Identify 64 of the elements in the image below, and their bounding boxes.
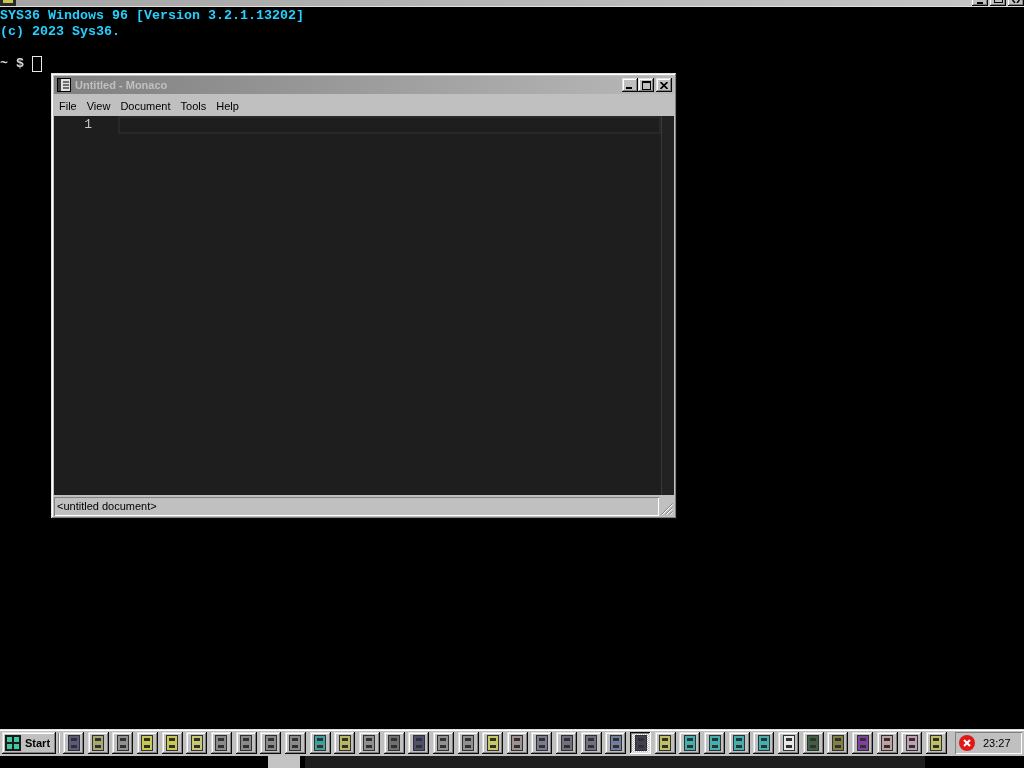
start-button[interactable]: Start bbox=[2, 732, 56, 754]
taskbar-button[interactable] bbox=[334, 732, 356, 754]
taskbar-button[interactable] bbox=[432, 732, 454, 754]
taskbar-button[interactable] bbox=[630, 732, 652, 754]
taskbar-button[interactable] bbox=[87, 732, 109, 754]
minimize-button[interactable] bbox=[972, 0, 988, 6]
taskbar-button[interactable] bbox=[457, 732, 479, 754]
taskbar-button[interactable] bbox=[186, 732, 208, 754]
taskbar-button[interactable] bbox=[753, 732, 775, 754]
taskbar-button[interactable] bbox=[704, 732, 726, 754]
taskbar-button[interactable] bbox=[136, 732, 158, 754]
window-title: Untitled - Monaco bbox=[75, 77, 168, 93]
taskbar-button[interactable] bbox=[506, 732, 528, 754]
minimize-icon bbox=[977, 2, 983, 4]
taskbar-button[interactable] bbox=[482, 732, 504, 754]
taskbar-button[interactable] bbox=[284, 732, 306, 754]
maximize-icon bbox=[993, 0, 1003, 3]
taskbar-button[interactable] bbox=[901, 732, 923, 754]
taskbar-button[interactable] bbox=[778, 732, 800, 754]
minimize-icon bbox=[626, 87, 632, 89]
close-icon bbox=[660, 81, 668, 89]
terminal-text: (c) 2023 Sys36. bbox=[0, 24, 121, 40]
notepad-icon bbox=[57, 78, 71, 92]
taskbar-button[interactable] bbox=[235, 732, 257, 754]
close-button[interactable] bbox=[1008, 0, 1024, 6]
taskbar-button[interactable] bbox=[925, 732, 947, 754]
error-icon bbox=[959, 735, 975, 751]
cursor-icon bbox=[32, 56, 42, 72]
resize-grip-icon[interactable] bbox=[661, 503, 673, 515]
code-editor[interactable]: 1 bbox=[54, 116, 674, 495]
taskbar-button[interactable] bbox=[161, 732, 183, 754]
menu-item[interactable]: File bbox=[54, 98, 82, 113]
taskbar-button[interactable] bbox=[383, 732, 405, 754]
status-bar: <untitled document> bbox=[54, 497, 659, 516]
taskbar-button[interactable] bbox=[210, 732, 232, 754]
menu-item[interactable]: Document bbox=[115, 98, 176, 113]
taskbar-button[interactable] bbox=[728, 732, 750, 754]
taskbar-button[interactable] bbox=[654, 732, 676, 754]
clock-text: 23:27 bbox=[983, 735, 1011, 751]
taskbar-button[interactable] bbox=[408, 732, 430, 754]
maximize-button[interactable] bbox=[990, 0, 1006, 6]
taskbar-button[interactable] bbox=[556, 732, 578, 754]
taskbar-button[interactable] bbox=[802, 732, 824, 754]
close-icon bbox=[1012, 0, 1020, 3]
line-number: 1 bbox=[84, 116, 92, 134]
taskbar-button[interactable] bbox=[827, 732, 849, 754]
maximize-icon bbox=[641, 80, 651, 90]
taskbar-button[interactable] bbox=[531, 732, 553, 754]
menu-item[interactable]: Tools bbox=[175, 98, 212, 113]
logo-icon bbox=[5, 735, 21, 751]
taskbar-button[interactable] bbox=[260, 732, 282, 754]
taskbar-button[interactable] bbox=[876, 732, 898, 754]
taskbar-button[interactable] bbox=[358, 732, 380, 754]
prompt-text: ~ $ bbox=[0, 56, 24, 72]
menu-item[interactable]: Help bbox=[211, 98, 244, 113]
taskbar-button[interactable] bbox=[580, 732, 602, 754]
window-icon bbox=[0, 0, 16, 6]
scrollbar[interactable] bbox=[661, 116, 674, 495]
taskbar-button[interactable] bbox=[309, 732, 331, 754]
menu-item[interactable]: View bbox=[81, 98, 116, 113]
taskbar-button[interactable] bbox=[112, 732, 134, 754]
terminal-text: SYS36 Windows 96 [Version 3.2.1.13202] bbox=[0, 8, 305, 24]
taskbar-button[interactable] bbox=[605, 732, 627, 754]
taskbar-button[interactable] bbox=[679, 732, 701, 754]
